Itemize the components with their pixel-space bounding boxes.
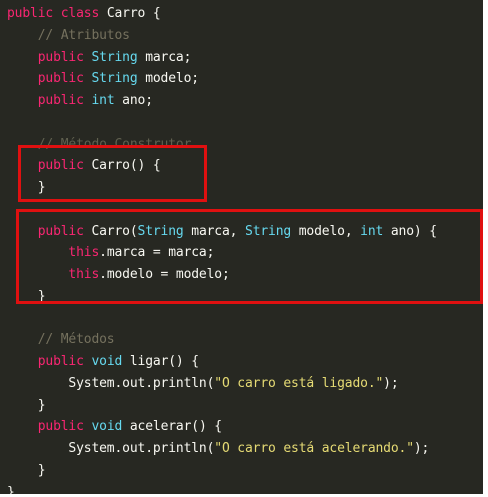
code-token: Carro { xyxy=(99,6,161,21)
code-token: modelo; xyxy=(137,71,199,87)
code-line: public void ligar() { xyxy=(7,351,437,373)
code-token: } xyxy=(37,462,46,478)
code-token: // Atributos xyxy=(37,27,130,43)
code-line: public Carro(String marca, String modelo… xyxy=(7,221,437,243)
code-token: this xyxy=(68,267,100,282)
code-token: } xyxy=(37,288,46,304)
code-token: public xyxy=(37,49,84,65)
code-line: } xyxy=(7,286,437,308)
code-token: System.out.println( xyxy=(68,441,215,456)
code-line: } xyxy=(7,460,437,482)
code-token: "O carro está acelerando." xyxy=(214,441,414,456)
code-token: "O carro está ligado." xyxy=(214,375,384,391)
code-token: public xyxy=(37,419,84,435)
code-token: class xyxy=(60,6,100,21)
code-line: } xyxy=(7,482,437,495)
code-token: ano; xyxy=(114,93,153,108)
code-line: // Atributos xyxy=(7,25,437,47)
code-token: // Método Construtor xyxy=(37,136,192,152)
code-line: } xyxy=(7,177,437,199)
code-token: marca; xyxy=(137,49,192,65)
code-token: public xyxy=(37,223,84,239)
code-token: public xyxy=(37,71,84,87)
code-line: } xyxy=(7,395,437,417)
code-line: this.modelo = modelo; xyxy=(7,264,437,286)
code-line: System.out.println("O carro está ligado.… xyxy=(7,373,437,395)
code-token: ano) { xyxy=(383,223,437,239)
code-token: public xyxy=(37,93,84,108)
code-token: String xyxy=(91,49,138,65)
code-token: String xyxy=(91,71,138,87)
code-token: public xyxy=(37,158,84,174)
code-token: String xyxy=(245,223,292,239)
code-line: public int ano; xyxy=(7,90,437,112)
code-token: Carro() { xyxy=(83,158,161,174)
code-token: public xyxy=(7,6,54,21)
code-token: int xyxy=(91,93,115,108)
code-token: } xyxy=(37,397,46,413)
code-token: ); xyxy=(383,375,399,391)
code-token: ligar() { xyxy=(122,354,199,369)
code-token: .modelo = modelo; xyxy=(99,267,230,282)
code-token: acelerar() { xyxy=(122,419,222,435)
code-token: public xyxy=(37,354,84,369)
code-line: public void acelerar() { xyxy=(7,416,437,438)
code-line: // Método Construtor xyxy=(7,134,437,156)
code-token: ); xyxy=(413,441,430,456)
code-editor[interactable]: public class Carro { // Atributos public… xyxy=(0,0,483,494)
code-line: System.out.println("O carro está acelera… xyxy=(7,438,437,460)
code-token: void xyxy=(91,354,123,369)
code-token: } xyxy=(37,180,46,195)
code-line: public class Carro { xyxy=(7,3,437,25)
code-line: public String marca; xyxy=(7,47,437,69)
code-token: this xyxy=(68,245,100,261)
code-line: // Métodos xyxy=(7,329,437,351)
code-token: marca, xyxy=(183,223,246,239)
code-block[interactable]: public class Carro { // Atributos public… xyxy=(7,3,437,494)
code-line: public String modelo; xyxy=(7,68,437,90)
code-token: .marca = marca; xyxy=(99,245,215,261)
code-line: this.marca = marca; xyxy=(7,242,437,264)
code-token: modelo, xyxy=(291,223,361,239)
code-line: public Carro() { xyxy=(7,155,437,177)
code-token: void xyxy=(91,419,123,435)
code-token: } xyxy=(7,484,15,495)
code-token: Carro( xyxy=(83,223,138,239)
code-token: String xyxy=(137,223,184,239)
code-token: int xyxy=(360,223,384,239)
code-token: System.out.println( xyxy=(68,375,215,391)
code-token: // Métodos xyxy=(37,332,115,348)
